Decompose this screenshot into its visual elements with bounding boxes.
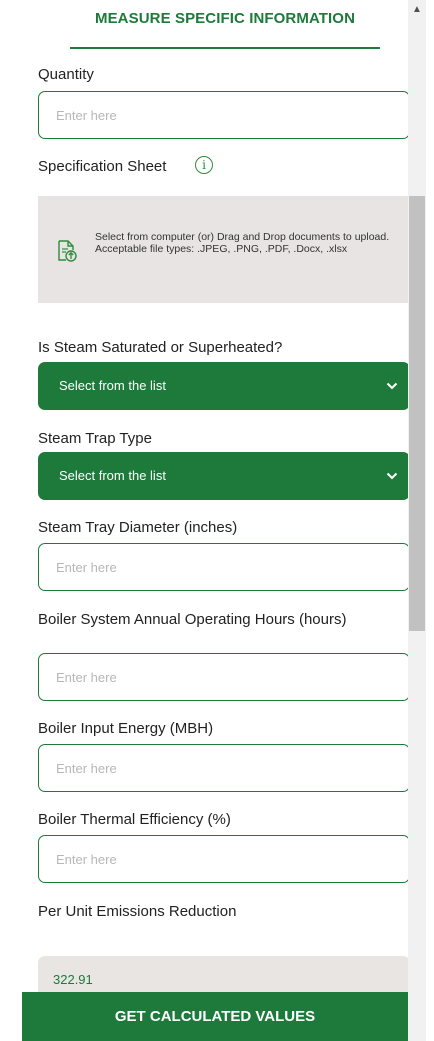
quantity-input[interactable] [38,91,410,139]
tray-diameter-input[interactable] [38,543,410,591]
operating-hours-input[interactable] [38,653,410,701]
chevron-down-icon [386,472,398,480]
steam-state-label: Is Steam Saturated or Superheated? [38,339,283,356]
title-underline [70,47,380,49]
file-upload-dropzone[interactable]: Select from computer (or) Drag and Drop … [38,196,408,303]
spec-sheet-label: Specification Sheet [38,158,167,175]
tray-diameter-label: Steam Tray Diameter (inches) [38,519,238,536]
upload-instructions: Select from computer (or) Drag and Drop … [95,231,390,255]
measure-form-panel: MEASURE SPECIFIC INFORMATION Quantity Sp… [0,0,410,1041]
emissions-reduction-label: Per Unit Emissions Reduction [38,903,237,920]
quantity-label: Quantity [38,66,94,83]
trap-type-selected-value: Select from the list [59,468,166,483]
chevron-down-icon [386,382,398,390]
operating-hours-label: Boiler System Annual Operating Hours (ho… [38,611,347,628]
trap-type-select[interactable]: Select from the list [38,452,410,500]
steam-state-selected-value: Select from the list [59,378,166,393]
section-title: MEASURE SPECIFIC INFORMATION [94,10,356,27]
trap-type-label: Steam Trap Type [38,430,152,447]
upload-document-icon [58,240,77,262]
get-calculated-values-button[interactable]: GET CALCULATED VALUES [22,992,408,1041]
scroll-up-arrow-icon[interactable]: ▲ [408,4,426,18]
thermal-efficiency-label: Boiler Thermal Efficiency (%) [38,811,231,828]
input-energy-input[interactable] [38,744,410,792]
input-energy-label: Boiler Input Energy (MBH) [38,720,214,737]
thermal-efficiency-input[interactable] [38,835,410,883]
steam-state-select[interactable]: Select from the list [38,362,410,410]
scrollbar-thumb[interactable] [409,196,425,631]
info-icon[interactable]: i [195,156,213,174]
